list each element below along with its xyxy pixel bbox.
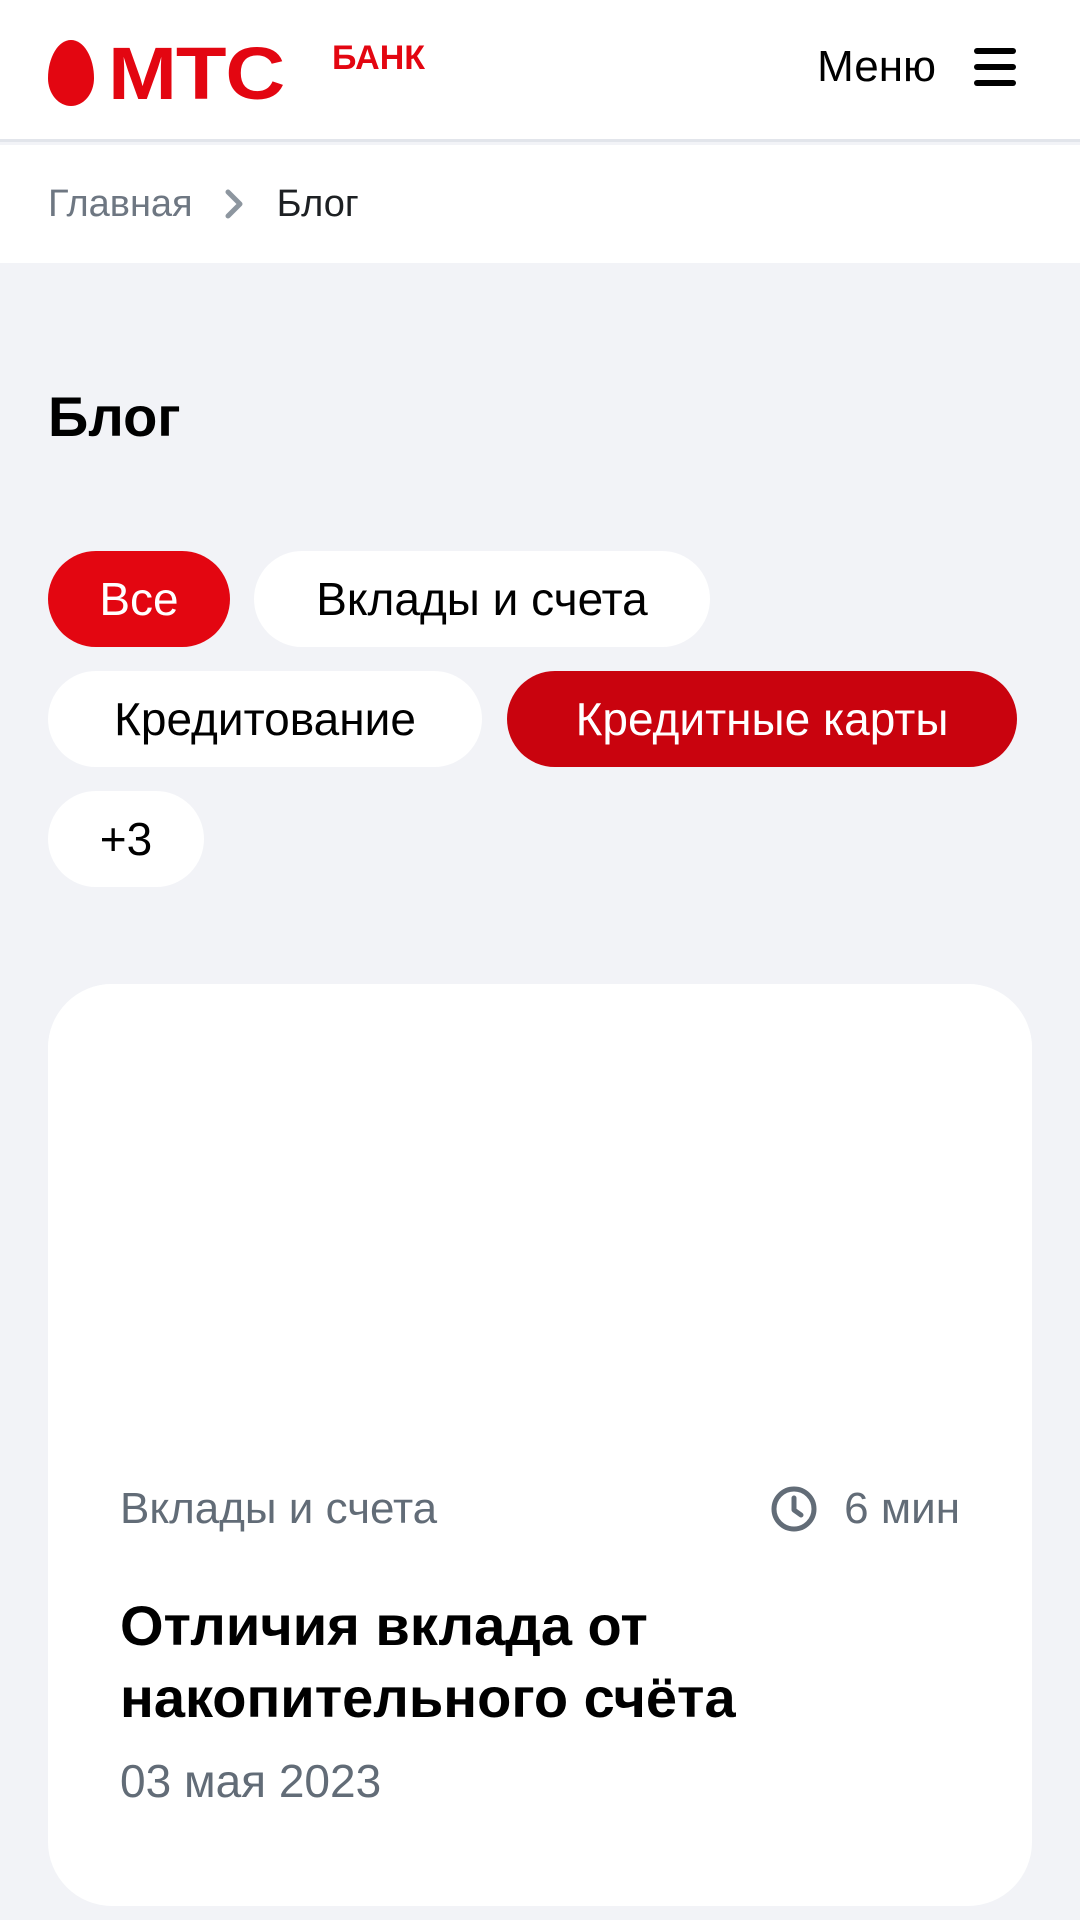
page-title: Блог	[48, 385, 181, 448]
logo-mts-text: МТС	[108, 32, 285, 115]
menu-button[interactable]: Меню	[817, 42, 1016, 92]
chip-all[interactable]: Все	[48, 551, 230, 647]
clock-icon	[771, 1486, 817, 1532]
article-date: 03 мая 2023	[120, 1755, 382, 1807]
read-time-value: 6 мин	[844, 1484, 960, 1533]
mts-bank-logo[interactable]: МТС БАНК	[48, 37, 425, 111]
article-card[interactable]: Вклады и счета 6 мин Отличия вклада от н…	[48, 984, 1032, 1906]
hamburger-icon	[974, 48, 1016, 86]
menu-label: Меню	[817, 42, 936, 91]
article-image	[48, 984, 1032, 1444]
article-read-time: 6 мин	[770, 1484, 960, 1534]
chip-more[interactable]: +3	[48, 791, 204, 887]
article-meta: Вклады и счета 6 мин	[120, 1484, 960, 1534]
article-title[interactable]: Отличия вклада от накопительного счёта	[120, 1590, 960, 1734]
chevron-right-icon	[217, 186, 253, 222]
chip-lending[interactable]: Кредитование	[48, 671, 482, 767]
breadcrumb: Главная Блог	[0, 145, 1080, 263]
logo-bank-text: БАНК	[332, 39, 426, 77]
mts-egg-icon	[48, 40, 94, 106]
site-header: МТС БАНК Меню	[0, 0, 1080, 142]
article-category: Вклады и счета	[120, 1484, 438, 1533]
breadcrumb-current: Блог	[276, 182, 359, 225]
chip-credit-cards[interactable]: Кредитные карты	[507, 671, 1017, 767]
chip-deposits-accounts[interactable]: Вклады и счета	[254, 551, 710, 647]
breadcrumb-home-link[interactable]: Главная	[48, 183, 193, 226]
